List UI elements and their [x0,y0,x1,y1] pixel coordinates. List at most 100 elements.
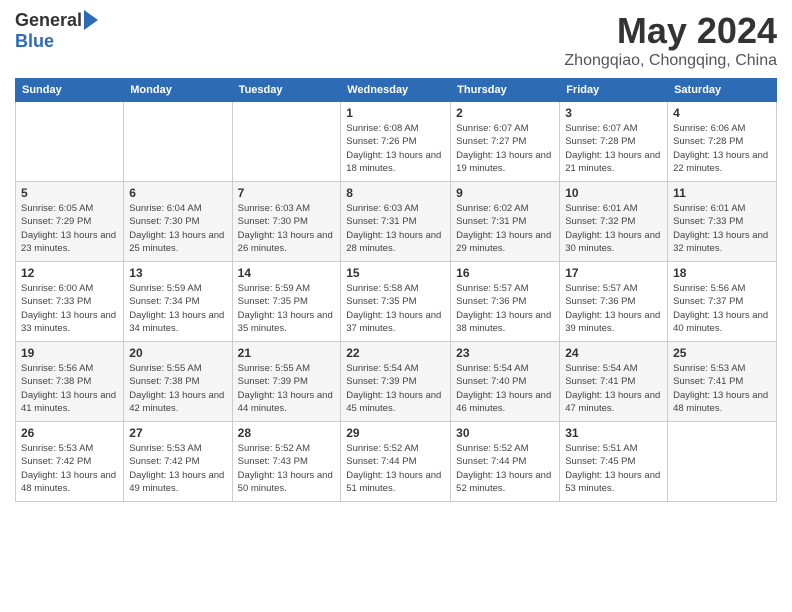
day-info: Sunrise: 6:00 AMSunset: 7:33 PMDaylight:… [21,282,118,335]
day-info: Sunrise: 6:08 AMSunset: 7:26 PMDaylight:… [346,122,445,175]
day-number: 11 [673,186,771,200]
day-of-week-header: Wednesday [341,79,451,102]
day-info: Sunrise: 5:54 AMSunset: 7:41 PMDaylight:… [565,362,662,415]
title-section: May 2024 Zhongqiao, Chongqing, China [564,10,777,70]
calendar-cell: 31 Sunrise: 5:51 AMSunset: 7:45 PMDayligh… [560,422,668,502]
day-of-week-header: Sunday [16,79,124,102]
logo-blue-text: Blue [15,31,54,52]
calendar-cell: 18Sunrise: 5:56 AMSunset: 7:37 PMDayligh… [668,262,777,342]
day-info: Sunrise: 5:58 AMSunset: 7:35 PMDaylight:… [346,282,445,335]
day-info: Sunrise: 5:54 AMSunset: 7:39 PMDaylight:… [346,362,445,415]
day-number: 25 [673,346,771,360]
day-info: Sunrise: 6:04 AMSunset: 7:30 PMDaylight:… [129,202,226,255]
calendar-cell: 3 Sunrise: 6:07 AMSunset: 7:28 PMDaylight… [560,102,668,182]
calendar-cell [232,102,341,182]
day-number: 8 [346,186,445,200]
day-number: 10 [565,186,662,200]
logo-general-text: General [15,10,82,31]
calendar-cell: 26Sunrise: 5:53 AMSunset: 7:42 PMDayligh… [16,422,124,502]
day-info: Sunrise: 6:07 AMSunset: 7:28 PMDaylight:… [565,122,662,175]
calendar-cell: 24 Sunrise: 5:54 AMSunset: 7:41 PMDayligh… [560,342,668,422]
day-info: Sunrise: 6:05 AMSunset: 7:29 PMDaylight:… [21,202,118,255]
page-header: General Blue May 2024 Zhongqiao, Chongqi… [15,10,777,70]
day-info: Sunrise: 5:55 AMSunset: 7:39 PMDaylight:… [238,362,336,415]
day-number: 12 [21,266,118,280]
day-of-week-header: Thursday [451,79,560,102]
calendar-cell: 1 Sunrise: 6:08 AMSunset: 7:26 PMDaylight… [341,102,451,182]
day-number: 23 [456,346,554,360]
calendar-cell: 10 Sunrise: 6:01 AMSunset: 7:32 PMDayligh… [560,182,668,262]
day-number: 6 [129,186,226,200]
day-number: 20 [129,346,226,360]
day-info: Sunrise: 6:01 AMSunset: 7:32 PMDaylight:… [565,202,662,255]
day-number: 14 [238,266,336,280]
day-info: Sunrise: 5:56 AMSunset: 7:38 PMDaylight:… [21,362,118,415]
day-number: 13 [129,266,226,280]
day-number: 4 [673,106,771,120]
day-info: Sunrise: 5:53 AMSunset: 7:42 PMDaylight:… [129,442,226,495]
day-info: Sunrise: 6:03 AMSunset: 7:31 PMDaylight:… [346,202,445,255]
day-number: 27 [129,426,226,440]
day-info: Sunrise: 5:52 AMSunset: 7:43 PMDaylight:… [238,442,336,495]
day-info: Sunrise: 6:07 AMSunset: 7:27 PMDaylight:… [456,122,554,175]
calendar-cell: 17 Sunrise: 5:57 AMSunset: 7:36 PMDayligh… [560,262,668,342]
day-of-week-header: Saturday [668,79,777,102]
calendar-cell: 16 Sunrise: 5:57 AMSunset: 7:36 PMDayligh… [451,262,560,342]
day-info: Sunrise: 6:02 AMSunset: 7:31 PMDaylight:… [456,202,554,255]
calendar-cell: 7Sunrise: 6:03 AMSunset: 7:30 PMDaylight… [232,182,341,262]
day-info: Sunrise: 5:59 AMSunset: 7:34 PMDaylight:… [129,282,226,335]
calendar-cell: 20 Sunrise: 5:55 AMSunset: 7:38 PMDayligh… [124,342,232,422]
calendar-cell: 25Sunrise: 5:53 AMSunset: 7:41 PMDayligh… [668,342,777,422]
calendar-cell: 11 Sunrise: 6:01 AMSunset: 7:33 PMDayligh… [668,182,777,262]
day-info: Sunrise: 5:59 AMSunset: 7:35 PMDaylight:… [238,282,336,335]
day-of-week-header: Tuesday [232,79,341,102]
day-of-week-header: Monday [124,79,232,102]
calendar-cell: 27 Sunrise: 5:53 AMSunset: 7:42 PMDayligh… [124,422,232,502]
day-number: 2 [456,106,554,120]
calendar-cell: 14 Sunrise: 5:59 AMSunset: 7:35 PMDayligh… [232,262,341,342]
day-number: 30 [456,426,554,440]
day-number: 3 [565,106,662,120]
day-number: 19 [21,346,118,360]
calendar-cell: 6 Sunrise: 6:04 AMSunset: 7:30 PMDaylight… [124,182,232,262]
day-number: 1 [346,106,445,120]
day-number: 5 [21,186,118,200]
calendar-cell: 12 Sunrise: 6:00 AMSunset: 7:33 PMDayligh… [16,262,124,342]
day-info: Sunrise: 5:52 AMSunset: 7:44 PMDaylight:… [346,442,445,495]
day-info: Sunrise: 5:57 AMSunset: 7:36 PMDaylight:… [456,282,554,335]
calendar-cell: 9 Sunrise: 6:02 AMSunset: 7:31 PMDaylight… [451,182,560,262]
calendar-cell: 5 Sunrise: 6:05 AMSunset: 7:29 PMDaylight… [16,182,124,262]
day-info: Sunrise: 5:54 AMSunset: 7:40 PMDaylight:… [456,362,554,415]
month-title: May 2024 [564,10,777,52]
day-info: Sunrise: 5:56 AMSunset: 7:37 PMDaylight:… [673,282,771,335]
day-number: 17 [565,266,662,280]
day-of-week-header: Friday [560,79,668,102]
calendar-cell: 21Sunrise: 5:55 AMSunset: 7:39 PMDayligh… [232,342,341,422]
day-number: 16 [456,266,554,280]
calendar-cell [124,102,232,182]
day-info: Sunrise: 5:52 AMSunset: 7:44 PMDaylight:… [456,442,554,495]
day-number: 15 [346,266,445,280]
calendar-cell: 28 Sunrise: 5:52 AMSunset: 7:43 PMDayligh… [232,422,341,502]
calendar-cell: 30 Sunrise: 5:52 AMSunset: 7:44 PMDayligh… [451,422,560,502]
calendar-cell: 29Sunrise: 5:52 AMSunset: 7:44 PMDayligh… [341,422,451,502]
day-number: 31 [565,426,662,440]
logo-arrow-icon [84,10,98,30]
calendar-cell: 13 Sunrise: 5:59 AMSunset: 7:34 PMDayligh… [124,262,232,342]
day-info: Sunrise: 5:55 AMSunset: 7:38 PMDaylight:… [129,362,226,415]
day-number: 22 [346,346,445,360]
day-number: 24 [565,346,662,360]
calendar-cell: 23 Sunrise: 5:54 AMSunset: 7:40 PMDayligh… [451,342,560,422]
day-info: Sunrise: 5:51 AMSunset: 7:45 PMDaylight:… [565,442,662,495]
location-text: Zhongqiao, Chongqing, China [564,52,777,70]
calendar-cell: 22 Sunrise: 5:54 AMSunset: 7:39 PMDayligh… [341,342,451,422]
page-container: General Blue May 2024 Zhongqiao, Chongqi… [0,0,792,507]
day-info: Sunrise: 6:03 AMSunset: 7:30 PMDaylight:… [238,202,336,255]
day-number: 28 [238,426,336,440]
day-info: Sunrise: 6:01 AMSunset: 7:33 PMDaylight:… [673,202,771,255]
day-number: 9 [456,186,554,200]
day-info: Sunrise: 5:57 AMSunset: 7:36 PMDaylight:… [565,282,662,335]
day-number: 26 [21,426,118,440]
day-info: Sunrise: 6:06 AMSunset: 7:28 PMDaylight:… [673,122,771,175]
calendar-table: SundayMondayTuesdayWednesdayThursdayFrid… [15,78,777,502]
